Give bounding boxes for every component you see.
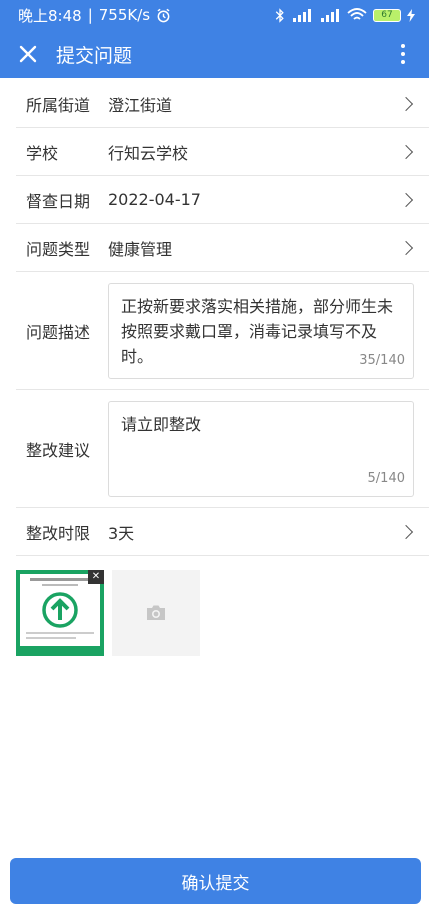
status-speed: 755K/s [98, 6, 151, 24]
description-row: 问题描述 正按新要求落实相关措施，部分师生未按照要求戴口罩，消毒记录填写不及时。… [16, 272, 429, 390]
description-textarea[interactable]: 正按新要求落实相关措施，部分师生未按照要求戴口罩，消毒记录填写不及时。 35/1… [108, 282, 414, 379]
description-text: 正按新要求落实相关措施，部分师生未按照要求戴口罩，消毒记录填写不及时。 [121, 296, 394, 366]
add-photo-button[interactable] [112, 570, 200, 656]
type-row[interactable]: 问题类型 健康管理 [16, 224, 429, 272]
type-label: 问题类型 [26, 239, 91, 259]
description-counter: 35/140 [359, 352, 405, 368]
signal-icon-2 [321, 9, 339, 22]
status-left: 晚上8:48 | 755K/s [18, 5, 171, 26]
bluetooth-icon [275, 7, 284, 23]
school-row[interactable]: 学校 行知云学校 [16, 128, 429, 176]
street-value: 澄江街道 [108, 95, 173, 115]
school-label: 学校 [26, 143, 59, 163]
status-time: 晚上8:48 [18, 6, 82, 25]
status-divider: | [87, 6, 93, 24]
more-dot [401, 52, 405, 56]
date-value: 2022-04-17 [108, 190, 201, 209]
problem-form: 所属街道 澄江街道 学校 行知云学校 督查日期 2022-04-17 问题类型 … [0, 80, 429, 556]
type-value: 健康管理 [108, 239, 173, 259]
more-dot [401, 44, 405, 48]
suggestion-label: 整改建议 [26, 440, 91, 460]
signal-icon-1 [293, 9, 311, 22]
street-row[interactable]: 所属街道 澄江街道 [16, 80, 429, 128]
delete-photo-icon[interactable]: ✕ [88, 570, 104, 584]
suggestion-row: 整改建议 请立即整改 5/140 [16, 390, 429, 508]
photo-content [20, 574, 100, 646]
suggestion-textarea[interactable]: 请立即整改 5/140 [108, 400, 414, 497]
page-title: 提交问题 [56, 44, 133, 67]
suggestion-counter: 5/140 [367, 470, 405, 486]
suggestion-text: 请立即整改 [121, 414, 202, 434]
photo-thumbnail[interactable]: ✕ [16, 570, 104, 656]
school-value: 行知云学校 [108, 143, 189, 163]
more-dot [401, 60, 405, 64]
wifi-icon [347, 8, 367, 20]
deadline-label: 整改时限 [26, 523, 91, 543]
status-bar: 晚上8:48 | 755K/s 67 [0, 0, 429, 30]
upload-arrow-icon [26, 578, 94, 639]
app-header: 提交问题 [0, 30, 429, 78]
more-icon[interactable] [393, 42, 413, 66]
charging-icon [407, 8, 415, 22]
deadline-value: 3天 [108, 523, 135, 543]
battery-icon: 67 [373, 8, 401, 22]
description-label: 问题描述 [26, 322, 91, 342]
camera-icon [147, 605, 165, 620]
photo-list: ✕ [16, 570, 200, 656]
status-right: 67 [275, 7, 415, 23]
alarm-icon [157, 8, 170, 22]
close-icon[interactable] [16, 42, 40, 66]
street-label: 所属街道 [26, 95, 91, 115]
date-label: 督查日期 [26, 191, 91, 211]
date-row[interactable]: 督查日期 2022-04-17 [16, 176, 429, 224]
submit-button[interactable]: 确认提交 [10, 858, 421, 904]
deadline-row[interactable]: 整改时限 3天 [16, 508, 429, 556]
